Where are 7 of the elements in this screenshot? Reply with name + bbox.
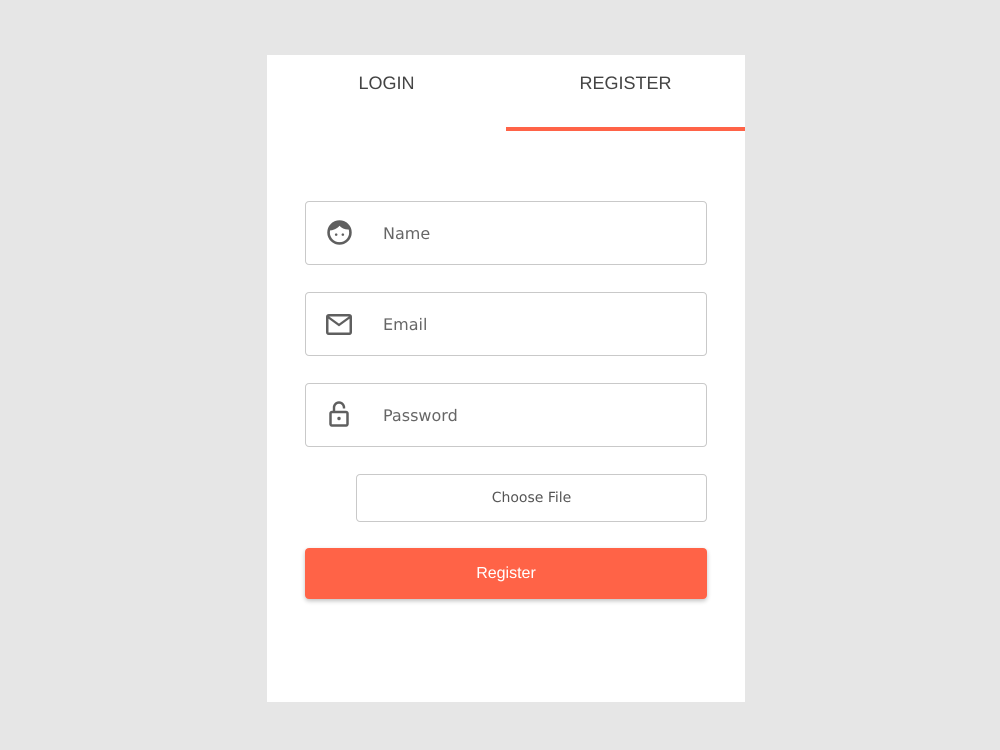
name-field[interactable]: Name	[305, 201, 707, 265]
face-icon	[327, 220, 352, 245]
email-field[interactable]: Email	[305, 292, 707, 356]
mail-icon	[326, 314, 352, 335]
choose-file-button[interactable]: Choose File	[356, 474, 707, 522]
password-field[interactable]: Password	[305, 383, 707, 447]
padlock-icon	[329, 401, 349, 427]
